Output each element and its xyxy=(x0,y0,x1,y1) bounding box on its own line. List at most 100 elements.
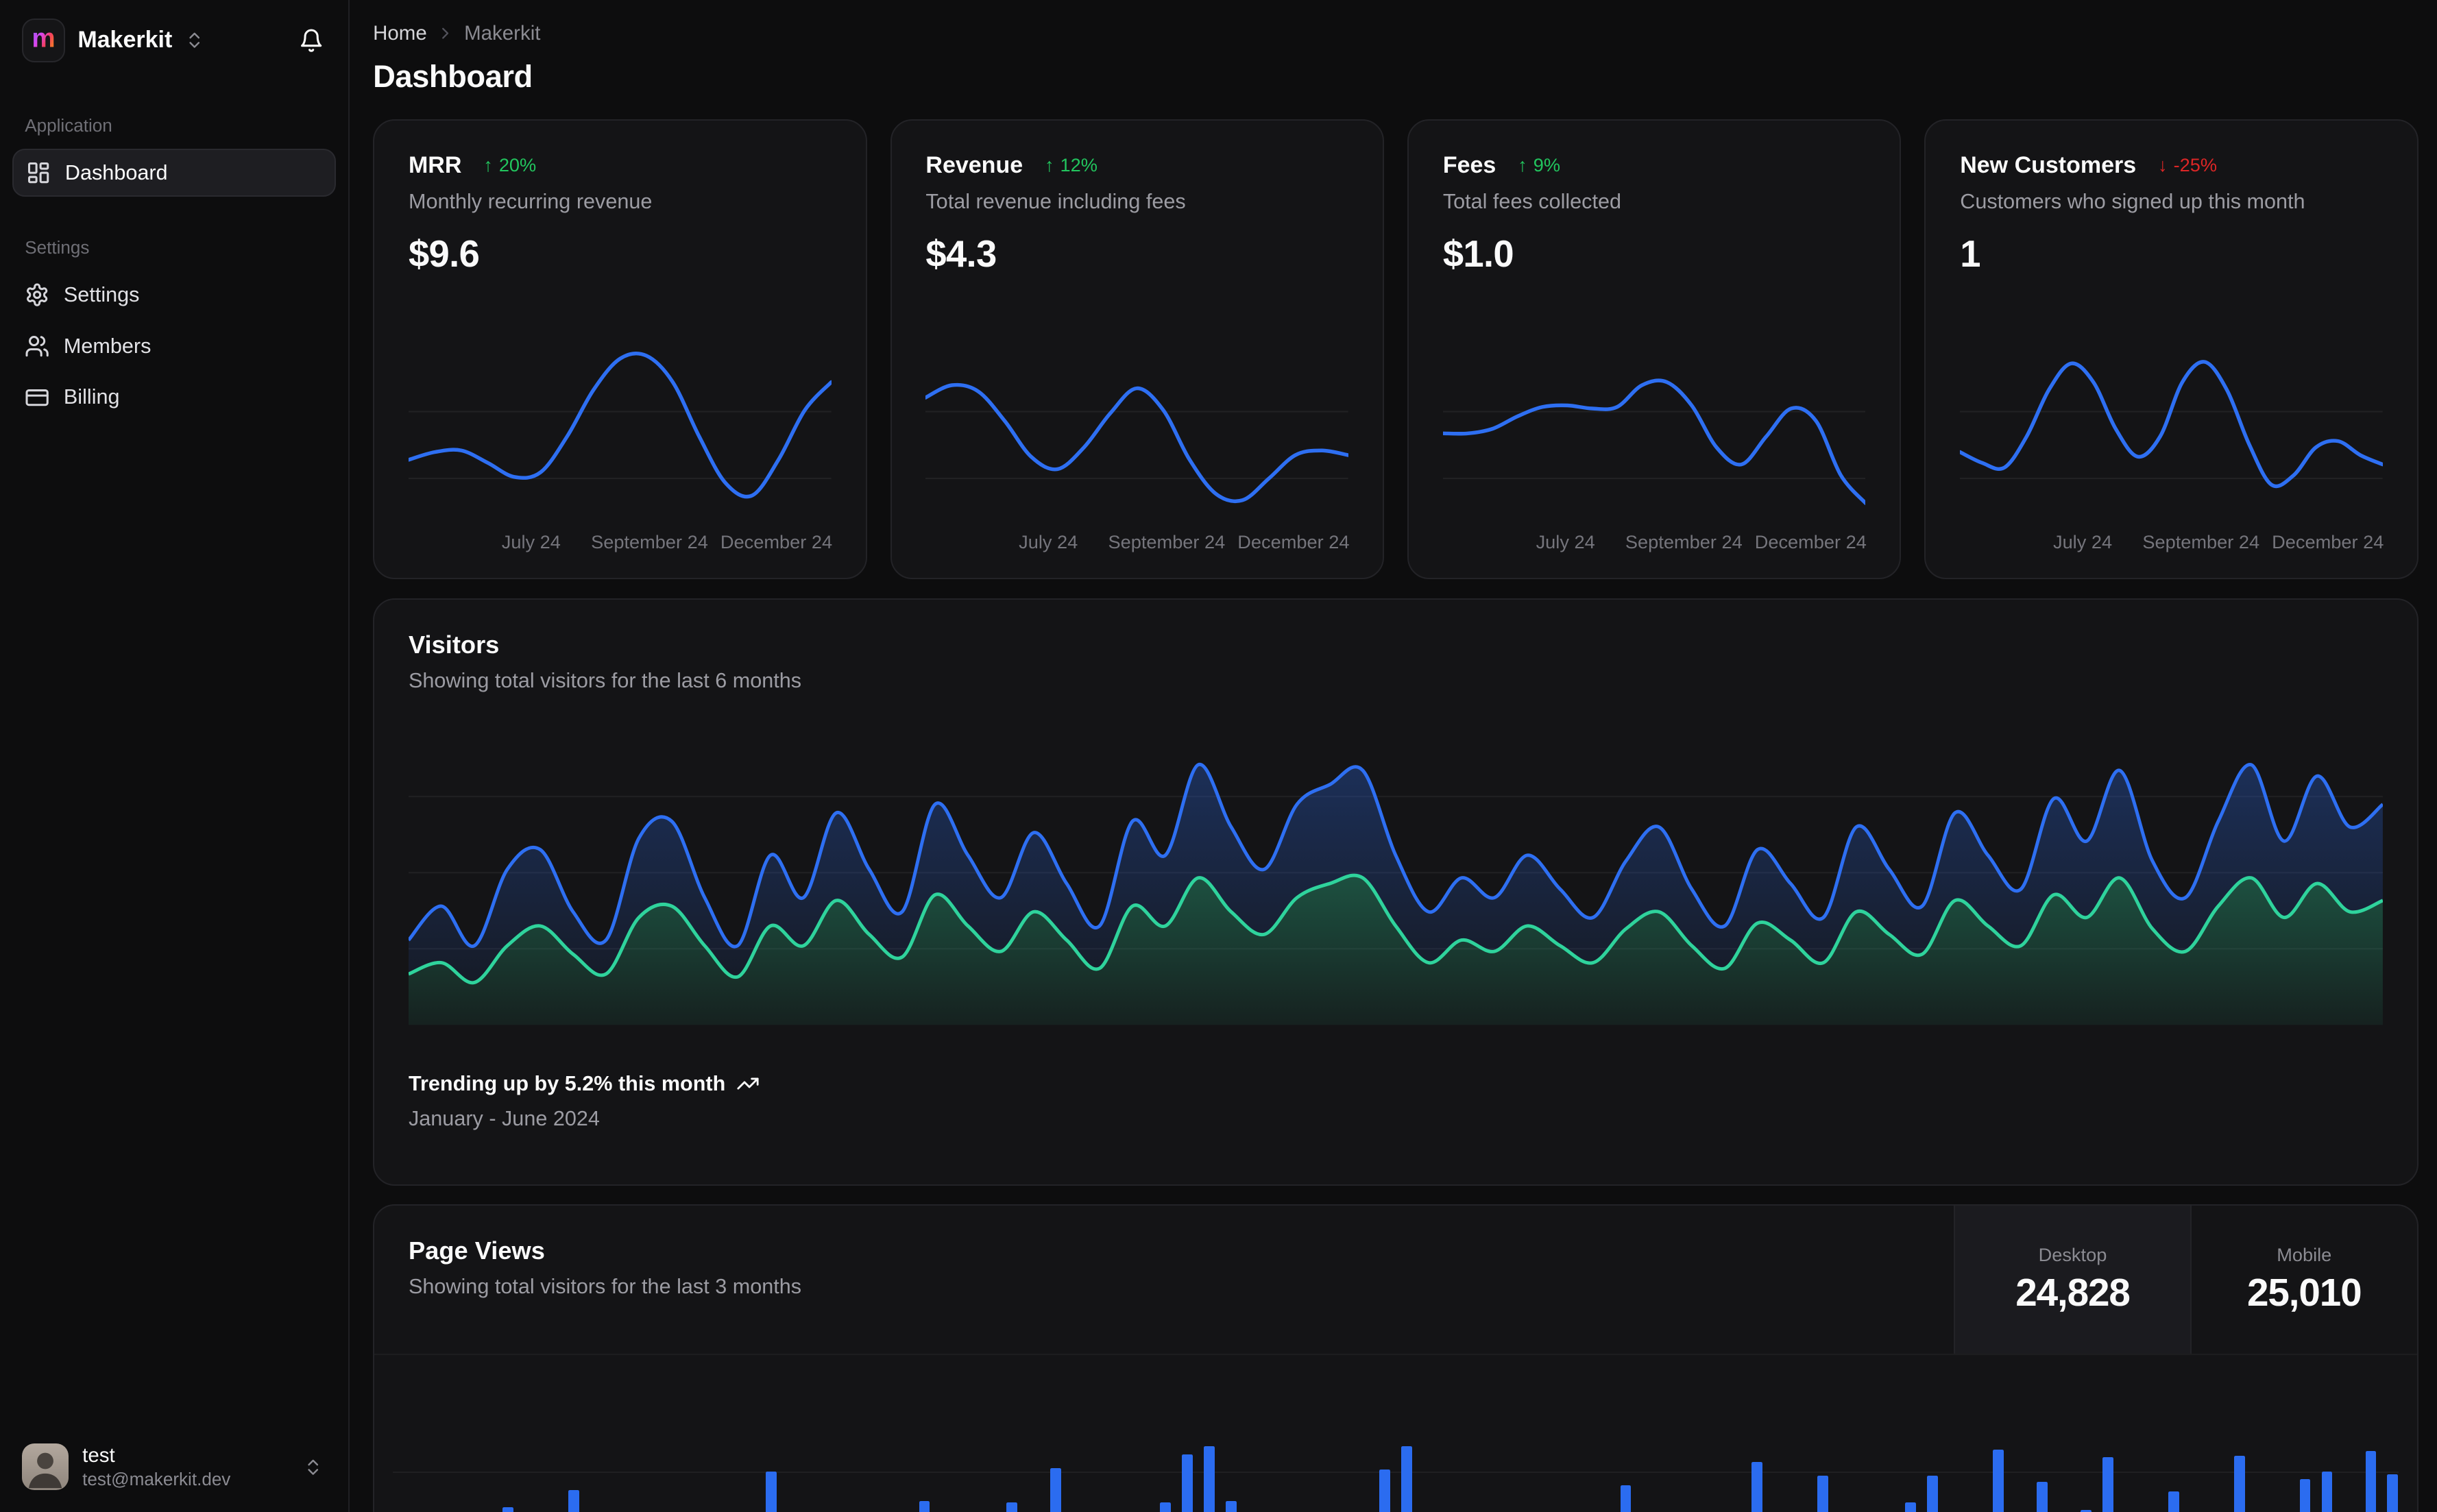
axis-tick: July 24 xyxy=(1019,531,1078,553)
stat-sparkline-chart: July 24 September 24 December 24 xyxy=(925,339,1350,556)
visitors-card: Visitors Showing total visitors for the … xyxy=(373,598,2418,1186)
bar xyxy=(1160,1502,1172,1512)
visitors-trend-text: Trending up by 5.2% this month xyxy=(408,1071,726,1095)
bar xyxy=(502,1507,514,1512)
stat-card-trend: ↑ 12% xyxy=(1045,154,1098,176)
stat-card-value: $9.6 xyxy=(408,232,480,275)
sidebar-section-application: Application xyxy=(25,114,112,136)
sidebar-item-dashboard[interactable]: Dashboard xyxy=(12,148,336,197)
sparkline-x-axis: July 24 September 24 December 24 xyxy=(1960,531,2384,556)
notifications-bell-icon[interactable] xyxy=(299,28,324,53)
trend-arrow-icon: ↑ xyxy=(483,154,493,176)
bar xyxy=(919,1500,930,1512)
bar xyxy=(1927,1476,1938,1512)
toggle-mobile-value: 25,010 xyxy=(2246,1271,2362,1315)
stat-card: Fees ↑ 9% Total fees collected $1.0 July… xyxy=(1407,119,1902,580)
stat-card-trend: ↑ 9% xyxy=(1518,154,1560,176)
sparkline-x-axis: July 24 September 24 December 24 xyxy=(925,531,1350,556)
stat-card: Revenue ↑ 12% Total revenue including fe… xyxy=(890,119,1384,580)
stat-card-title: Revenue xyxy=(925,151,1023,178)
breadcrumb-home[interactable]: Home xyxy=(373,22,427,45)
stat-card-subtitle: Monthly recurring revenue xyxy=(408,189,653,213)
app-root: Makerkitm Makerkit Application Dashboard xyxy=(0,0,2437,1512)
bar xyxy=(2036,1482,2048,1512)
page-views-card: Page Views Showing total visitors for th… xyxy=(373,1204,2418,1512)
bar xyxy=(2321,1471,2333,1512)
sidebar-item-billing[interactable]: Billing xyxy=(12,374,336,422)
makerkit-logo: Makerkitm xyxy=(21,19,66,62)
stat-card-title: MRR xyxy=(408,151,462,178)
sidebar-item-settings[interactable]: Settings xyxy=(12,271,336,319)
stat-card-subtitle: Customers who signed up this month xyxy=(1960,189,2305,213)
bar xyxy=(1050,1468,1062,1512)
bar xyxy=(1226,1500,1237,1512)
stat-card-trend: ↑ 20% xyxy=(483,154,536,176)
brand-name: Makerkit xyxy=(77,27,173,53)
chevrons-up-down-icon xyxy=(184,30,204,50)
stat-card-subtitle: Total revenue including fees xyxy=(925,189,1186,213)
toggle-mobile[interactable]: Mobile 25,010 xyxy=(2190,1205,2417,1354)
stat-card-title: Fees xyxy=(1442,151,1496,178)
page-views-bar-chart xyxy=(393,1376,2399,1512)
page-title: Dashboard xyxy=(373,59,533,95)
breadcrumb: Home Makerkit xyxy=(373,22,2418,45)
toggle-desktop-value: 24,828 xyxy=(2015,1271,2131,1315)
main-content: Home Makerkit Dashboard MRR ↑ 20% Monthl… xyxy=(350,0,2437,1512)
stat-card-trend: ↓ -25% xyxy=(2158,154,2217,176)
bar xyxy=(2299,1478,2311,1512)
user-menu[interactable]: test test@makerkit.dev xyxy=(0,1425,348,1512)
chevrons-up-down-icon xyxy=(303,1457,323,1477)
toggle-mobile-label: Mobile xyxy=(2277,1243,2332,1265)
stat-card-subtitle: Total fees collected xyxy=(1442,189,1622,213)
bar xyxy=(2233,1455,2245,1512)
trend-percent: 9% xyxy=(1533,154,1560,176)
bar xyxy=(1620,1485,1632,1512)
logo-letter-m: m xyxy=(32,23,56,53)
dashboard-icon xyxy=(26,160,51,185)
bar xyxy=(2387,1474,2399,1512)
axis-tick: September 24 xyxy=(1625,531,1743,553)
sidebar-item-label: Settings xyxy=(63,282,140,306)
bar xyxy=(1751,1461,1763,1512)
bar xyxy=(2102,1457,2113,1512)
visitors-area-chart xyxy=(408,720,2383,1025)
sidebar-item-label: Billing xyxy=(63,385,120,409)
stat-sparkline-chart: July 24 September 24 December 24 xyxy=(408,339,832,556)
toggle-desktop-label: Desktop xyxy=(2038,1243,2107,1265)
visitors-date-range: January - June 2024 xyxy=(408,1106,600,1130)
page-views-subtitle: Showing total visitors for the last 3 mo… xyxy=(408,1274,802,1298)
axis-tick: December 24 xyxy=(1237,531,1350,553)
axis-tick: December 24 xyxy=(2272,531,2384,553)
visitors-subtitle: Showing total visitors for the last 6 mo… xyxy=(408,668,802,692)
axis-tick: September 24 xyxy=(1108,531,1226,553)
stat-card-value: 1 xyxy=(1960,232,1980,275)
bar xyxy=(1182,1454,1193,1512)
trend-arrow-icon: ↑ xyxy=(1044,154,1054,176)
avatar xyxy=(21,1443,69,1491)
axis-tick: September 24 xyxy=(2142,531,2260,553)
sparkline-x-axis: July 24 September 24 December 24 xyxy=(1443,531,1867,556)
bar xyxy=(765,1471,777,1512)
stat-card: MRR ↑ 20% Monthly recurring revenue $9.6… xyxy=(373,119,867,580)
gear-icon xyxy=(25,282,49,307)
team-switcher[interactable]: Makerkitm Makerkit xyxy=(0,0,348,75)
axis-tick: September 24 xyxy=(591,531,708,553)
trend-percent: 20% xyxy=(498,154,537,176)
axis-tick: July 24 xyxy=(2052,531,2113,553)
bar xyxy=(1379,1470,1390,1512)
stat-card-title: New Customers xyxy=(1960,151,2137,178)
stat-card-value: $1.0 xyxy=(1442,232,1514,275)
breadcrumb-current: Makerkit xyxy=(464,21,541,45)
visitors-title: Visitors xyxy=(408,631,500,659)
toggle-desktop[interactable]: Desktop 24,828 xyxy=(1954,1205,2190,1354)
bar xyxy=(1905,1502,1917,1512)
sidebar-item-label: Dashboard xyxy=(64,160,168,184)
bar xyxy=(1993,1449,2004,1512)
sidebar-item-members[interactable]: Members xyxy=(12,322,336,370)
page-views-header: Page Views Showing total visitors for th… xyxy=(374,1205,2417,1355)
chevron-right-icon xyxy=(436,24,454,42)
bar xyxy=(1006,1502,1018,1512)
sidebar-section-settings: Settings xyxy=(25,237,90,258)
user-name: test xyxy=(82,1443,115,1467)
bar xyxy=(568,1489,579,1512)
